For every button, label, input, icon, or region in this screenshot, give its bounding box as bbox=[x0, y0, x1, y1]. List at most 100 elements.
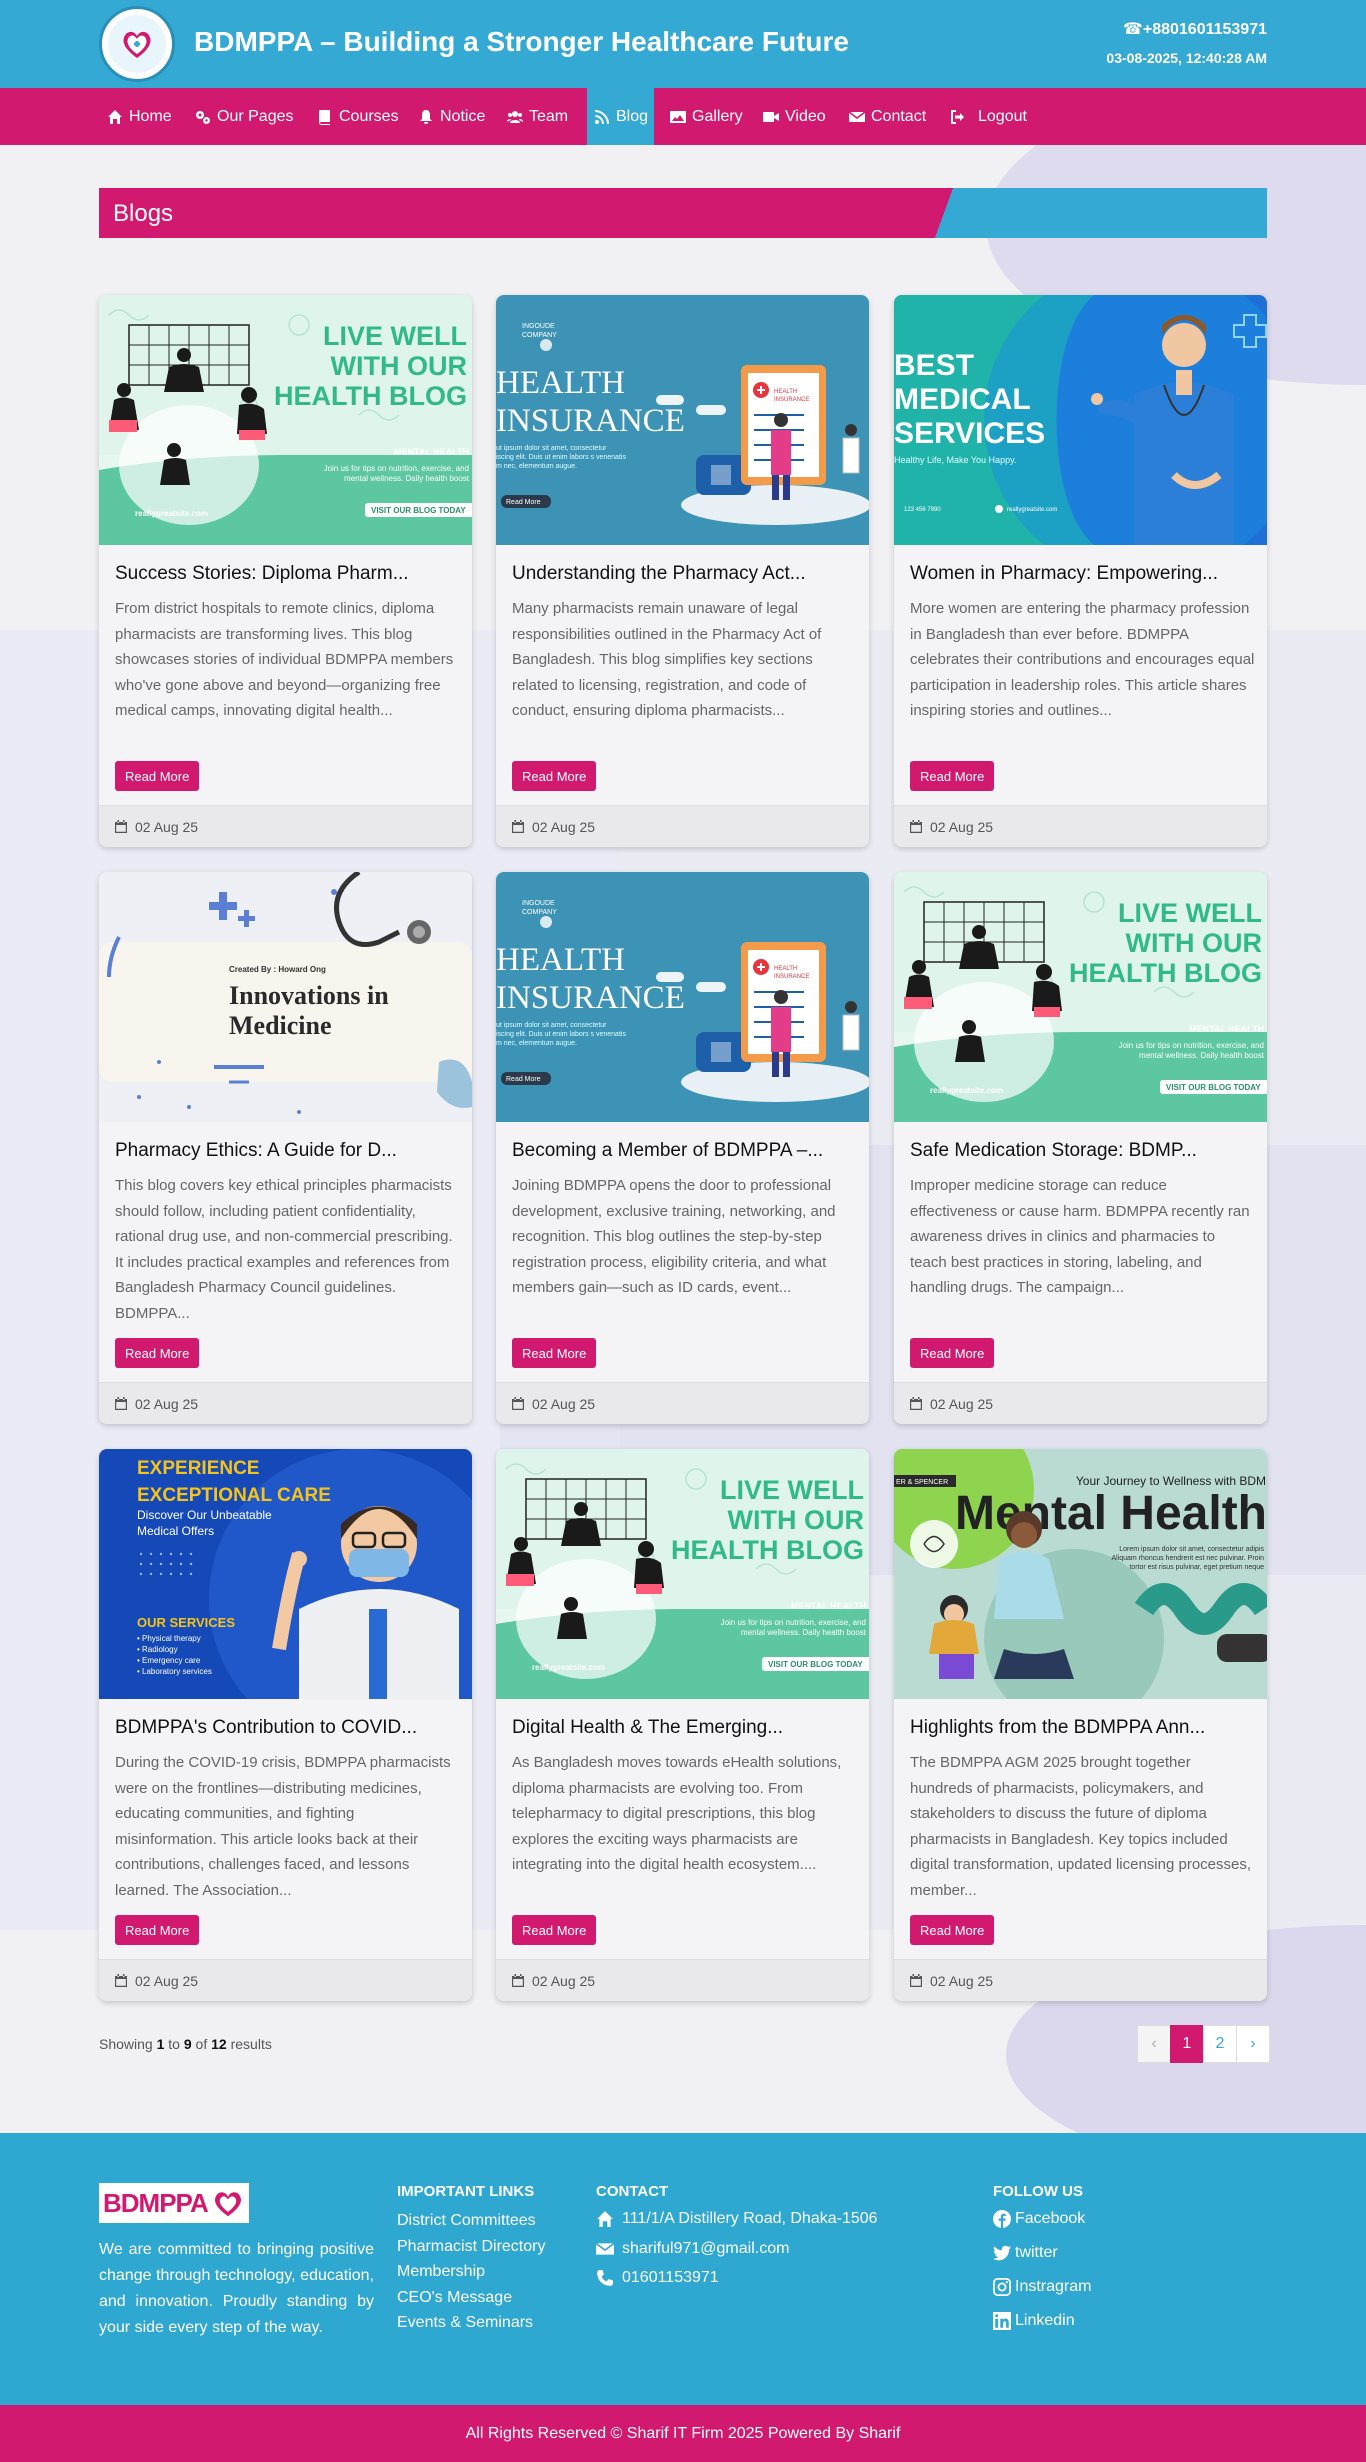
nav-contact[interactable]: Contact bbox=[849, 88, 926, 145]
nav-logout[interactable]: Logout bbox=[950, 88, 1027, 145]
svg-text:LIVE WELL: LIVE WELL bbox=[323, 321, 467, 351]
nav-label: Courses bbox=[339, 107, 399, 125]
blog-card-title[interactable]: Success Stories: Diploma Pharm... bbox=[115, 563, 460, 585]
social-facebook[interactable]: Facebook bbox=[993, 2210, 1085, 2228]
svg-text:123 456 7890: 123 456 7890 bbox=[904, 507, 941, 513]
pagination-page-2[interactable]: 2 bbox=[1203, 2025, 1237, 2063]
blog-card-image[interactable]: LIVE WELL WITH OUR HEALTH BLOG MENTAL HE… bbox=[496, 1449, 869, 1699]
read-more-button[interactable]: Read More bbox=[910, 761, 995, 791]
pagination-next[interactable]: › bbox=[1236, 2025, 1270, 2063]
nav-gallery[interactable]: Gallery bbox=[670, 88, 743, 145]
svg-text:WITH OUR: WITH OUR bbox=[1126, 928, 1262, 958]
live-well-banner-image: LIVE WELL WITH OUR HEALTH BLOG MENTAL HE… bbox=[894, 872, 1267, 1122]
top-header: BDMPPA – Building a Stronger Healthcare … bbox=[0, 0, 1366, 88]
nav-home[interactable]: Home bbox=[105, 88, 174, 145]
read-more-button[interactable]: Read More bbox=[910, 1338, 995, 1368]
read-more-button[interactable]: Read More bbox=[115, 1915, 200, 1945]
social-instagram[interactable]: Instragram bbox=[993, 2278, 1091, 2296]
home-icon bbox=[597, 2211, 613, 2227]
site-title: BDMPPA – Building a Stronger Healthcare … bbox=[194, 26, 849, 57]
contact-phone[interactable]: 01601153971 bbox=[596, 2269, 719, 2287]
twitter-icon bbox=[993, 2245, 1011, 2261]
envelope-icon bbox=[849, 110, 865, 122]
blog-card-image[interactable]: EXPERIENCE EXCEPTIONAL CARE Discover Our… bbox=[99, 1449, 472, 1699]
blog-card-title[interactable]: Highlights from the BDMPPA Ann... bbox=[910, 1717, 1255, 1739]
nav-video[interactable]: Video bbox=[763, 88, 826, 145]
site-logo[interactable] bbox=[99, 6, 175, 82]
svg-text:EXCEPTIONAL CARE: EXCEPTIONAL CARE bbox=[137, 1485, 331, 1506]
blog-card[interactable]: LIVE WELL WITH OUR HEALTH BLOG MENTAL HE… bbox=[99, 295, 472, 847]
svg-text:HEALTH BLOG: HEALTH BLOG bbox=[1069, 958, 1262, 988]
read-more-button[interactable]: Read More bbox=[910, 1915, 995, 1945]
nav-label: Our Pages bbox=[217, 107, 294, 125]
social-linkedin[interactable]: Linkedin bbox=[993, 2312, 1075, 2330]
blog-card-title[interactable]: Understanding the Pharmacy Act... bbox=[512, 563, 857, 585]
svg-text:HEALTH: HEALTH bbox=[496, 365, 625, 401]
footer-link-district-committees[interactable]: District Committees bbox=[397, 2211, 536, 2231]
footer-link-pharmacist-directory[interactable]: Pharmacist Directory bbox=[397, 2237, 545, 2257]
results-from: 1 bbox=[156, 2036, 165, 2052]
blog-card-image[interactable]: LIVE WELL WITH OUR HEALTH BLOG MENTAL HE… bbox=[99, 295, 472, 545]
calendar-icon bbox=[910, 1974, 922, 1987]
blog-card-footer: 02 Aug 25 bbox=[894, 805, 1267, 847]
blog-card-title[interactable]: Pharmacy Ethics: A Guide for D... bbox=[115, 1140, 460, 1162]
blog-card-title[interactable]: Digital Health & The Emerging... bbox=[512, 1717, 857, 1739]
blog-card-image[interactable]: ER & SPENCER Your Journey to Wellness wi… bbox=[894, 1449, 1267, 1699]
footer-link-membership[interactable]: Membership bbox=[397, 2262, 485, 2282]
pagination: ‹ 1 2 › bbox=[1137, 2025, 1270, 2063]
pagination-prev[interactable]: ‹ bbox=[1137, 2025, 1171, 2063]
nav-courses[interactable]: Courses bbox=[317, 88, 399, 145]
blog-card[interactable]: EXPERIENCE EXCEPTIONAL CARE Discover Our… bbox=[99, 1449, 472, 2001]
footer-link-ceo-message[interactable]: CEO's Message bbox=[397, 2288, 512, 2308]
read-more-button[interactable]: Read More bbox=[115, 1338, 200, 1368]
blog-card-title[interactable]: Becoming a Member of BDMPPA –... bbox=[512, 1140, 857, 1162]
nav-notice[interactable]: Notice bbox=[418, 88, 485, 145]
blog-card-image[interactable]: INGOUDE COMPANY HEALTH INSURANCE ut ipsu… bbox=[496, 295, 869, 545]
blog-card-title[interactable]: Safe Medication Storage: BDMP... bbox=[910, 1140, 1255, 1162]
read-more-button[interactable]: Read More bbox=[115, 761, 200, 791]
blog-card-image[interactable]: LIVE WELL WITH OUR HEALTH BLOG MENTAL HE… bbox=[894, 872, 1267, 1122]
pagination-page-1[interactable]: 1 bbox=[1170, 2025, 1204, 2063]
blog-card-image[interactable]: INGOUDE COMPANY HEALTH INSURANCE ut ipsu… bbox=[496, 872, 869, 1122]
header-phone[interactable]: ☎+8801601153971 bbox=[1123, 19, 1267, 39]
svg-text:BEST: BEST bbox=[894, 349, 974, 382]
blog-icon bbox=[595, 109, 609, 124]
blog-card-title[interactable]: BDMPPA's Contribution to COVID... bbox=[115, 1717, 460, 1739]
live-well-banner-image: LIVE WELL WITH OUR HEALTH BLOG MENTAL HE… bbox=[99, 295, 472, 545]
svg-text:reallygreatsite.com: reallygreatsite.com bbox=[930, 1086, 1003, 1095]
nav-team[interactable]: Team bbox=[507, 88, 568, 145]
svg-text:iscing elit. Duis ut enim labo: iscing elit. Duis ut enim labors s venen… bbox=[496, 454, 626, 461]
blog-card[interactable]: LIVE WELL WITH OUR HEALTH BLOG MENTAL HE… bbox=[496, 1449, 869, 2001]
calendar-icon bbox=[115, 820, 127, 833]
nav-label: Team bbox=[529, 107, 569, 125]
blog-card-image[interactable]: Created By : Howard Ong Innovations in M… bbox=[99, 872, 472, 1122]
heart-logo-icon bbox=[123, 31, 151, 58]
calendar-icon bbox=[512, 1974, 524, 1987]
footer-logo[interactable]: BDMPPA bbox=[99, 2183, 249, 2223]
blog-card-title[interactable]: Women in Pharmacy: Empowering... bbox=[910, 563, 1255, 585]
social-twitter[interactable]: twitter bbox=[993, 2244, 1058, 2262]
read-more-button[interactable]: Read More bbox=[512, 1915, 597, 1945]
blog-card[interactable]: INGOUDE COMPANY HEALTH INSURANCE ut ipsu… bbox=[496, 872, 869, 1424]
contact-email[interactable]: shariful971@gmail.com bbox=[596, 2240, 789, 2258]
read-more-button[interactable]: Read More bbox=[512, 1338, 597, 1368]
read-more-button[interactable]: Read More bbox=[512, 761, 597, 791]
svg-text:MENTAL HEALTH: MENTAL HEALTH bbox=[394, 447, 469, 457]
nav-blog[interactable]: Blog bbox=[587, 88, 654, 145]
nav-label: Video bbox=[785, 107, 826, 125]
blog-card-image[interactable]: BEST MEDICAL SERVICES Healthy Life, Make… bbox=[894, 295, 1267, 545]
envelope-icon bbox=[596, 2242, 614, 2255]
svg-text:mental wellness. Daily health: mental wellness. Daily health boost bbox=[344, 474, 470, 483]
copyright-text: All Rights Reserved © Sharif IT Firm 202… bbox=[465, 2424, 901, 2442]
best-medical-services-banner-image: BEST MEDICAL SERVICES Healthy Life, Make… bbox=[894, 295, 1267, 545]
svg-text:Created By : Howard Ong: Created By : Howard Ong bbox=[229, 965, 326, 974]
blog-card[interactable]: LIVE WELL WITH OUR HEALTH BLOG MENTAL HE… bbox=[894, 872, 1267, 1424]
svg-text:ut ipsum dolor sit amet, conse: ut ipsum dolor sit amet, consectetur bbox=[496, 445, 607, 452]
blog-card[interactable]: BEST MEDICAL SERVICES Healthy Life, Make… bbox=[894, 295, 1267, 847]
blog-card[interactable]: INGOUDE COMPANY HEALTH INSURANCE ut ipsu… bbox=[496, 295, 869, 847]
blog-card[interactable]: Created By : Howard Ong Innovations in M… bbox=[99, 872, 472, 1424]
footer-link-events[interactable]: Events & Seminars bbox=[397, 2313, 533, 2333]
nav-our-pages[interactable]: Our Pages bbox=[195, 88, 293, 145]
blog-card-footer: 02 Aug 25 bbox=[99, 805, 472, 847]
blog-card[interactable]: ER & SPENCER Your Journey to Wellness wi… bbox=[894, 1449, 1267, 2001]
